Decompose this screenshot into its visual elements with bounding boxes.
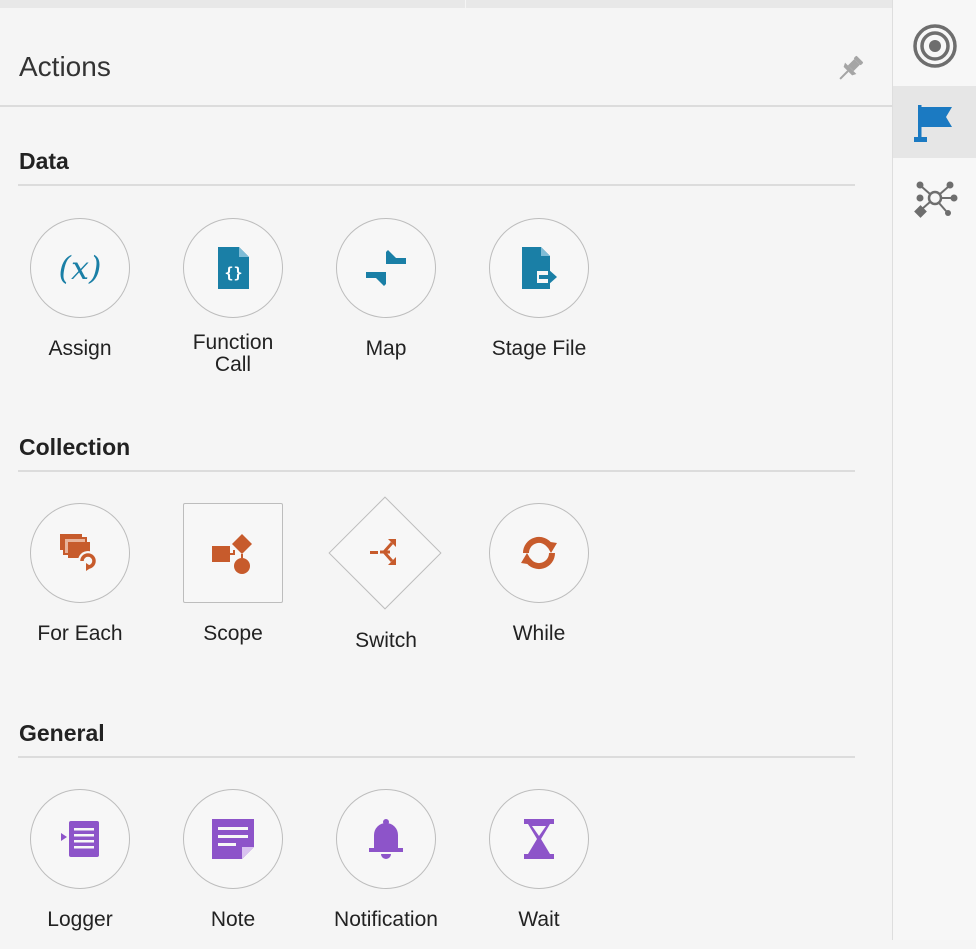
target-icon [913, 24, 957, 68]
right-sidebar [892, 0, 976, 940]
action-note[interactable]: Note [158, 789, 308, 949]
scope-icon [183, 503, 283, 603]
top-bar [0, 0, 892, 8]
network-icon [914, 181, 958, 218]
panel-header: Actions [0, 8, 892, 107]
sidebar-button-connections[interactable] [893, 162, 976, 234]
action-function-call[interactable]: {} Function Call [158, 218, 308, 378]
for-each-icon [30, 503, 130, 603]
logger-icon [30, 789, 130, 889]
section-title-data: Data [19, 148, 69, 174]
note-icon [183, 789, 283, 889]
while-icon [489, 503, 589, 603]
action-label: Note [210, 908, 256, 931]
notification-icon [336, 789, 436, 889]
function-call-icon: {} [183, 218, 283, 318]
sidebar-button-actions[interactable] [893, 86, 976, 158]
action-scope[interactable]: Scope [158, 503, 308, 663]
panel-title: Actions [19, 51, 111, 82]
map-icon [336, 218, 436, 318]
section-divider [18, 756, 855, 758]
section-title-general: General [19, 720, 105, 746]
action-for-each[interactable]: For Each [5, 503, 155, 663]
action-label: Logger [47, 908, 113, 931]
pin-icon[interactable] [833, 52, 867, 86]
action-label: Wait [518, 908, 560, 931]
switch-icon [336, 503, 434, 601]
action-label: Notification [334, 908, 438, 931]
stage-file-icon [489, 218, 589, 318]
wait-icon [489, 789, 589, 889]
flag-icon [914, 105, 952, 142]
action-label: For Each [37, 622, 123, 645]
action-map[interactable]: Map [311, 218, 461, 378]
action-wait[interactable]: Wait [464, 789, 614, 949]
action-label: Stage File [491, 337, 587, 360]
action-logger[interactable]: Logger [5, 789, 155, 949]
section-title-collection: Collection [19, 434, 131, 460]
section-divider [18, 470, 855, 472]
actions-panel: Actions Data (x) Assign {} Function Call… [0, 8, 892, 940]
sidebar-button-trigger[interactable] [893, 10, 976, 82]
action-stage-file[interactable]: Stage File [464, 218, 614, 378]
action-label: Scope [203, 622, 263, 645]
action-switch[interactable]: Switch [311, 496, 461, 663]
action-label: Map [365, 337, 407, 360]
action-notification[interactable]: Notification [311, 789, 461, 949]
action-assign[interactable]: (x) Assign [5, 218, 155, 378]
action-label: Function Call [192, 331, 274, 376]
assign-icon: (x) [30, 218, 130, 318]
action-label: While [512, 622, 566, 645]
action-while[interactable]: While [464, 503, 614, 663]
action-label: Assign [48, 337, 112, 360]
svg-text:{}: {} [224, 264, 242, 282]
section-divider [18, 184, 855, 186]
action-label: Switch [355, 629, 417, 652]
